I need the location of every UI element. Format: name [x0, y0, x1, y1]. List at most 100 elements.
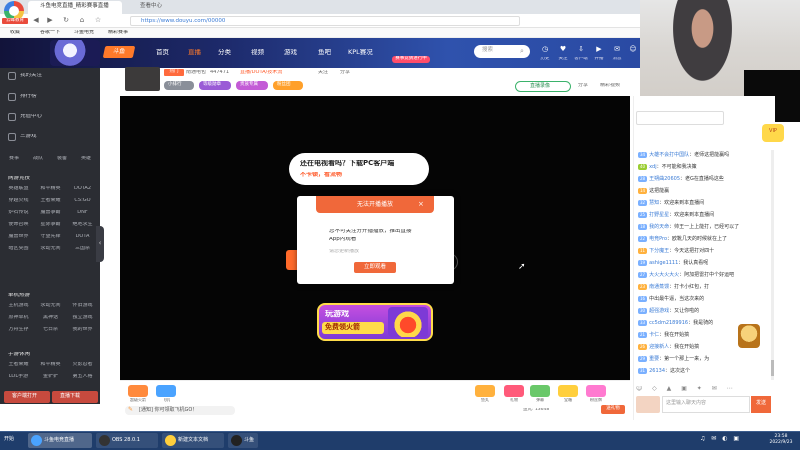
sidebar-category-item[interactable]: 暗区突围	[3, 246, 34, 251]
chat-username[interactable]: 重要	[649, 356, 659, 362]
sidebar-category-item[interactable]: 永劫无间	[35, 303, 66, 308]
sidebar-category-item[interactable]: DNF	[67, 210, 98, 215]
gift-icon[interactable]	[586, 385, 606, 397]
sidebar-category-item[interactable]: DOTA	[67, 234, 98, 239]
sidebar-category-item[interactable]: 使命召唤	[3, 222, 34, 227]
search-icon[interactable]: ⌕	[520, 47, 524, 56]
chat-username[interactable]: 王朔曲20605	[649, 176, 680, 182]
bookmark-item[interactable]: 精彩赛事	[108, 30, 128, 35]
sidebar-category-item[interactable]: 绝地求生	[67, 222, 98, 227]
sidebar-category-item[interactable]: 火影忍者	[67, 362, 98, 367]
sidebar-item-games[interactable]: 三游戏	[20, 134, 37, 140]
sidebar-category-item[interactable]: 三国杀	[67, 246, 98, 251]
sidebar-category-item[interactable]: 方舟生存	[3, 327, 34, 332]
follow-icon[interactable]: ♥	[556, 45, 570, 53]
bookmark-item[interactable]: 收藏	[10, 30, 20, 35]
room-category[interactable]: 直播/DOTA/技术流	[240, 70, 282, 75]
chat-username[interactable]: 大雄不会打中国队	[649, 152, 689, 158]
sidebar-category-item[interactable]: 金铲铲	[35, 374, 66, 379]
share-link[interactable]: 分享	[578, 83, 588, 88]
sidebar-category-item[interactable]: 原神单机	[3, 315, 34, 320]
chat-tools[interactable]: ☺ ◇ ▲ ▣ ✦ ✉ ⋯	[636, 386, 774, 395]
douyu-logo-icon[interactable]	[50, 40, 100, 66]
reload-icon[interactable]: ↻	[62, 16, 70, 24]
sidebar-category-item[interactable]: 七日杀	[35, 327, 66, 332]
sidebar-category-item[interactable]: 独立游戏	[67, 315, 98, 320]
nav-category[interactable]: 分类	[218, 49, 231, 56]
sidebar-section-title[interactable]: 手游休闲	[8, 352, 30, 358]
sidebar-category-item[interactable]: LOL手游	[3, 374, 34, 379]
treasure-chest-icon[interactable]	[738, 324, 760, 348]
url-input[interactable]: https://www.douyu.com/00000	[130, 16, 520, 26]
sidebar-category-item[interactable]: 我的世界	[67, 327, 98, 332]
forward-icon[interactable]: ▶	[46, 16, 54, 24]
bookmark-item[interactable]: 斗鱼电竞	[74, 30, 94, 35]
start-button[interactable]: 开始	[2, 433, 24, 448]
gift-icon[interactable]	[128, 385, 148, 397]
room-tag[interactable]: 贵族专属	[236, 81, 268, 90]
chat-username[interactable]: 26134	[649, 368, 665, 374]
gift-icon[interactable]	[504, 385, 524, 397]
nav-video[interactable]: 视频	[251, 49, 264, 56]
home-icon[interactable]: ⌂	[78, 16, 86, 24]
chat-username[interactable]: 超强游戏	[649, 308, 669, 314]
sidebar-item-rank[interactable]: 排行榜	[20, 94, 37, 100]
user-avatar[interactable]	[636, 396, 660, 413]
sidebar-category-item[interactable]: 永劫无间	[35, 246, 66, 251]
download-live-button[interactable]: 直播下载	[52, 391, 98, 403]
dialog-close-icon[interactable]: ×	[418, 200, 424, 208]
room-tag[interactable]: 等级勋章	[199, 81, 231, 90]
room-tag[interactable]: 小排行	[164, 81, 194, 90]
streamer-avatar[interactable]	[125, 67, 160, 91]
sidebar-category-item[interactable]: 星际争霸	[35, 222, 66, 227]
bookmark-item[interactable]: 谷歌一下	[40, 30, 60, 35]
sidebar-category-item[interactable]: 穿越火线	[3, 198, 34, 203]
sidebar-category-item[interactable]: 守望先锋	[35, 234, 66, 239]
sidebar-category-item[interactable]: 和平精英	[35, 362, 66, 367]
user-icon[interactable]: ☺	[626, 45, 640, 53]
chat-username[interactable]: 打野星星	[649, 212, 669, 218]
open-client-button[interactable]: 客户端打开	[4, 391, 50, 403]
sidebar-category-item[interactable]: 魔兽世界	[3, 234, 34, 239]
nav-fishbar[interactable]: 鱼吧	[318, 49, 331, 56]
gift-icon[interactable]	[558, 385, 578, 397]
download-bubble[interactable]	[289, 153, 429, 185]
sidebar-category-item[interactable]: 王者荣耀	[35, 198, 66, 203]
sidebar-item-recharge[interactable]: 充值中心	[20, 114, 42, 120]
chat-username[interactable]: 卡仁	[649, 332, 659, 338]
nav-game[interactable]: 游戏	[284, 49, 297, 56]
chat-input[interactable]: 这里输入聊天内容	[662, 396, 750, 413]
quick-icon-label[interactable]: 英雄	[74, 156, 98, 161]
chat-username[interactable]: 电竞Pro	[649, 236, 667, 242]
kpl-badge[interactable]: 赛事竞猜进行中	[392, 56, 430, 63]
sidebar-category-item[interactable]: 主机游戏	[3, 303, 34, 308]
quick-icon-label[interactable]: 装备	[50, 156, 74, 161]
chat-username[interactable]: 大火大火大火	[649, 272, 679, 278]
sidebar-category-item[interactable]: 魔兽争霸	[35, 210, 66, 215]
chat-username[interactable]: 我的天命	[649, 224, 669, 230]
gift-icon[interactable]	[156, 385, 176, 397]
live-record-button[interactable]: 直播录像	[515, 81, 571, 92]
sidebar-category-item[interactable]: 和平精英	[35, 186, 66, 191]
nav-kpl[interactable]: KPL赛况	[348, 49, 373, 56]
chat-username[interactable]: cc5dm2189916	[649, 320, 688, 326]
room-action[interactable]: 分享	[340, 70, 350, 75]
rank-strip[interactable]	[636, 111, 724, 125]
chat-scrollbar[interactable]	[771, 150, 774, 380]
system-tray[interactable]: ♫ ✉ ◐ ▣	[700, 436, 741, 442]
history-icon[interactable]: ◷	[538, 45, 552, 53]
quick-icon-label[interactable]: 赛事	[2, 156, 26, 161]
chat-username[interactable]: 南通蒸馒	[649, 284, 669, 290]
send-gift-button[interactable]: 送礼物	[601, 405, 625, 414]
chat-username[interactable]: ashige1111	[649, 260, 678, 266]
sidebar-item-follow[interactable]: 我的关注	[20, 73, 42, 79]
sidebar-category-item[interactable]: DOTA2	[67, 186, 98, 191]
sidebar-category-item[interactable]: 英雄联盟	[3, 186, 34, 191]
nav-home[interactable]: 首页	[156, 49, 169, 56]
chat-username[interactable]: 慧知	[649, 200, 659, 206]
download-icon[interactable]: ⇩	[574, 45, 588, 53]
watch-now-button[interactable]: 立即观看	[354, 262, 396, 273]
sidebar-category-item[interactable]: 怀旧游戏	[67, 303, 98, 308]
vip-badge[interactable]: VIP	[762, 124, 784, 142]
gift-icon[interactable]	[530, 385, 550, 397]
